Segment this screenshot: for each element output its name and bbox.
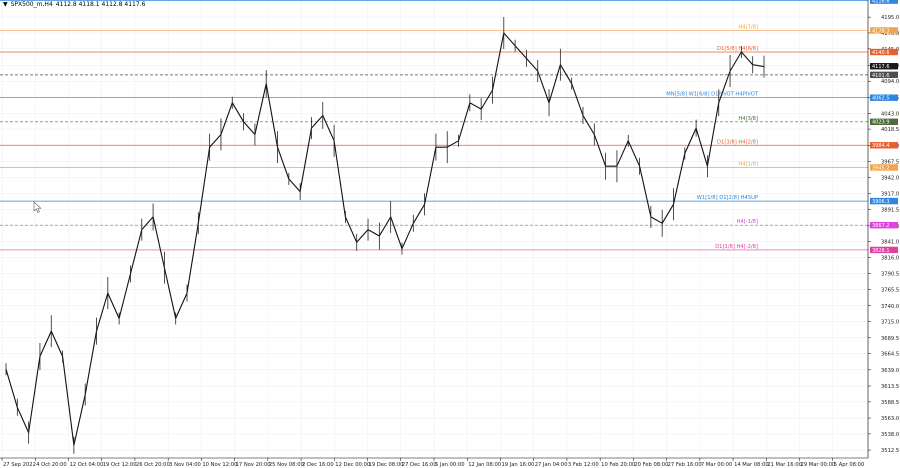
- price-chart[interactable]: W1[0/8] D1[8/8] H4RES H4[7/8] D1[5/8] H4[6…: [0, 0, 900, 468]
- x-tick-label: 26 Oct 20:00: [136, 462, 170, 468]
- x-axis: 27 Sep 2022 4 Oct 20:00 12 Oct 04:00 19 Oct…: [0, 457, 868, 468]
- price-tag-label: 3906.3: [872, 199, 890, 205]
- x-tick-label: 5 Jan 00:00: [435, 462, 465, 468]
- x-tick-label: 17 Nov 20:00: [236, 462, 271, 468]
- level-label: D1[5/8] H4[6/8]: [717, 46, 758, 52]
- price-tag-label: 4023.9: [872, 120, 890, 126]
- x-tick-label: 3 Nov 04:00: [169, 462, 201, 468]
- price-tag-label: 3984.4: [872, 143, 890, 149]
- price-tag-label: 3867.2: [872, 223, 890, 229]
- x-tick-label: 19 Dec 08:00: [369, 462, 404, 468]
- x-tick-label: 12 Jan 08:00: [468, 462, 501, 468]
- y-tick-label: 3816.0: [881, 256, 899, 262]
- level-label: H4[7/8]: [738, 24, 758, 30]
- y-tick-label: 3942.0: [881, 176, 899, 182]
- x-tick-label: 20 Feb 08:00: [634, 462, 668, 468]
- level-label: W1[0/8] D1[8/8] H4RES: [697, 0, 758, 1]
- y-tick-label: 3538.0: [881, 432, 899, 438]
- y-tick-label: 3689.5: [881, 336, 899, 342]
- x-tick-label: 10 Feb 20:00: [601, 462, 635, 468]
- x-tick-label: 12 Dec 00:00: [335, 462, 370, 468]
- price-tag-label: 4140.6: [872, 50, 890, 56]
- x-tick-label: 25 Nov 08:00: [269, 462, 304, 468]
- x-tick-label: 27 Sep 2022: [3, 462, 36, 468]
- price-tag-label: 4216.6: [872, 0, 890, 5]
- dropdown-icon[interactable]: ▼: [3, 1, 8, 8]
- x-tick-label: 27 Feb 16:00: [668, 462, 702, 468]
- y-tick-label: 4094.0: [881, 79, 899, 85]
- y-tick-label: 3613.5: [881, 384, 899, 390]
- y-tick-label: 3664.5: [881, 352, 899, 358]
- x-tick-label: 14 Mar 08:00: [734, 462, 769, 468]
- y-tick-label: 3841.0: [881, 240, 899, 246]
- price-tag-label: 4178.3: [872, 28, 890, 34]
- x-tick-label: 27 Jan 04:00: [535, 462, 568, 468]
- level-label: W1[1/8] D1[2/8] H4SUP: [697, 195, 758, 201]
- price-tag-label: 4062.5: [872, 96, 890, 102]
- ohlc-readout: 4112.8 4118.1 4112.8 4117.6: [55, 1, 146, 8]
- x-tick-label: 12 Oct 04:00: [69, 462, 103, 468]
- price-tag-label: 4101.6: [872, 73, 890, 79]
- x-tick-label: 19 Oct 12:00: [103, 462, 137, 468]
- x-tick-label: 4 Oct 20:00: [36, 462, 67, 468]
- level-label: MN[5/8] W1[6/8] D1PIVOT H4PIVOT: [666, 92, 759, 98]
- y-tick-label: 3790.5: [881, 272, 899, 278]
- price-tag-label: 3945.2: [872, 165, 890, 171]
- chart-header: ▼ SPX500_m,H4 4112.8 4118.1 4112.8 4117.…: [3, 1, 145, 8]
- level-label: H4[-1/8]: [737, 219, 758, 225]
- x-tick-label: 5 Apr 08:00: [834, 462, 865, 468]
- y-tick-label: 4195.0: [881, 15, 899, 21]
- x-tick-label: 29 Mar 00:00: [801, 462, 836, 468]
- symbol-label: SPX500_m,H4: [10, 1, 53, 8]
- y-tick-label: 3563.0: [881, 416, 899, 422]
- x-tick-label: 3 Feb 12:00: [568, 462, 599, 468]
- y-tick-label: 3917.0: [881, 191, 899, 197]
- y-tick-label: 3765.5: [881, 288, 899, 294]
- x-tick-label: 21 Mar 16:00: [767, 462, 802, 468]
- x-tick-label: 7 Mar 00:00: [701, 462, 732, 468]
- x-tick-label: 27 Dec 16:00: [402, 462, 437, 468]
- y-tick-label: 3715.0: [881, 320, 899, 326]
- x-tick-label: 2 Dec 16:00: [302, 462, 334, 468]
- level-label: H4[3/8]: [738, 116, 758, 122]
- x-tick-label: 19 Jan 16:00: [501, 462, 534, 468]
- y-tick-label: 3891.5: [881, 208, 899, 214]
- level-label: D1[1/8] H4[-2/8]: [715, 244, 758, 250]
- y-tick-label: 3588.5: [881, 400, 899, 406]
- y-tick-label: 4018.5: [881, 127, 899, 133]
- level-label: H4[1/8]: [738, 161, 758, 167]
- y-axis: 4195.04170.04145.04119.04094.04068.54043…: [867, 0, 899, 458]
- y-tick-label: 3512.5: [881, 448, 899, 454]
- x-tick-label: 10 Nov 12:00: [202, 462, 237, 468]
- price-tag-label: 3828.1: [872, 248, 890, 254]
- price-tag-label: 4117.6: [872, 64, 890, 70]
- level-label: D1[3/8] H4[2/8]: [717, 139, 758, 145]
- y-tick-label: 3740.0: [881, 304, 899, 310]
- y-tick-label: 3639.0: [881, 368, 899, 374]
- y-tick-label: 4043.0: [881, 112, 899, 118]
